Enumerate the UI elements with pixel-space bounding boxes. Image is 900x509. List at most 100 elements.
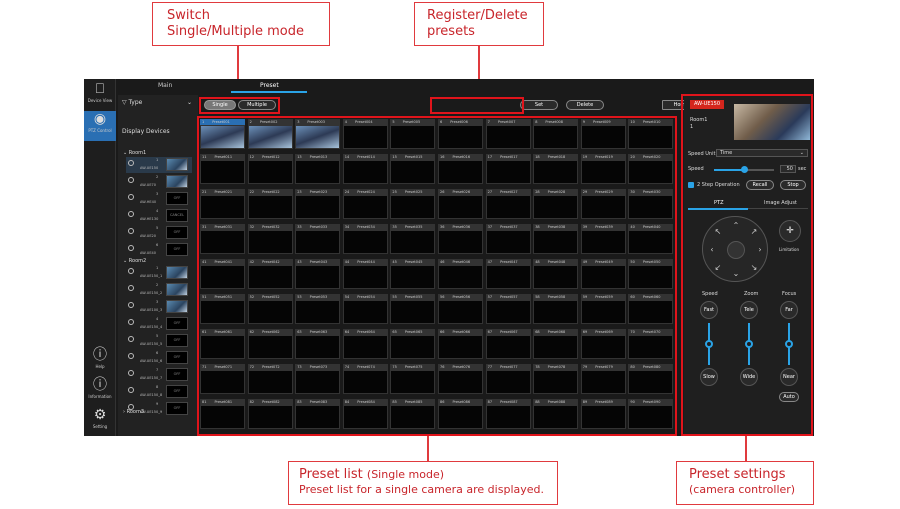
nav-ptz-control-label: PTZ Control [88, 128, 112, 133]
callout-preset-list-line1: Preset list (Single mode) [299, 467, 547, 483]
help-icon: ⓘ [93, 347, 107, 363]
device-thumbnail: OFF [166, 368, 188, 381]
type-filter[interactable]: ▽ Type ⌄ [122, 99, 194, 109]
connector-preset-list [427, 436, 429, 461]
device-radio[interactable] [128, 211, 134, 217]
device-radio[interactable] [128, 268, 134, 274]
tab-active-underline [231, 91, 307, 93]
device-radio[interactable] [128, 194, 134, 200]
highlight-preset-list [197, 116, 677, 436]
nav-help[interactable]: ⓘ Help [84, 347, 116, 371]
device-name: AW-UE150_1 [140, 274, 163, 278]
camera-icon: ◉ [93, 111, 107, 127]
highlight-mode-switch [199, 97, 280, 114]
device-thumbnail [166, 266, 188, 279]
room3-label: Room3 [126, 409, 145, 415]
device-thumbnail: OFF [166, 243, 188, 256]
device-number: 3 [156, 192, 159, 196]
device-number: 8 [156, 385, 159, 389]
chevron-down-icon: ⌄ [186, 99, 192, 106]
device-number: 6 [156, 351, 159, 355]
device-radio[interactable] [128, 370, 134, 376]
device-thumbnail: OFF [166, 317, 188, 330]
nav-information-label: Information [88, 394, 112, 399]
callout-register-line2: presets [427, 23, 475, 39]
device-radio[interactable] [128, 336, 134, 342]
device-thumbnail [166, 300, 188, 313]
nav-ptz-control[interactable]: ◉ PTZ Control [84, 111, 116, 141]
device-thumbnail [166, 175, 188, 188]
device-item[interactable]: 1 AW-UE150 [126, 157, 192, 173]
room2-label: Room2 [128, 258, 147, 264]
device-radio[interactable] [128, 160, 134, 166]
device-item[interactable]: 4 AW-HE130 CANCEL [126, 208, 192, 224]
device-number: 6 [156, 243, 159, 247]
device-radio[interactable] [128, 177, 134, 183]
device-name: AW-UE150_2 [140, 291, 163, 295]
highlight-controller [681, 94, 813, 436]
top-tabs: Main Preset [118, 79, 678, 93]
room-header[interactable]: ⌄ Room1 [123, 150, 146, 156]
connector-preset-settings [745, 436, 747, 461]
callout-preset-list: Preset list (Single mode) Preset list fo… [288, 461, 558, 505]
device-radio[interactable] [128, 319, 134, 325]
callout-register-line1: Register/Delete [427, 8, 528, 23]
nav-information[interactable]: ⓘ Information [84, 377, 116, 403]
device-item[interactable]: 6 AW-UE150_6 OFF [126, 350, 192, 366]
tab-preset[interactable]: Preset [260, 82, 279, 89]
device-name: AW-UE150 [140, 166, 159, 170]
device-name: AW-UE150_8 [140, 393, 163, 397]
device-radio[interactable] [128, 353, 134, 359]
device-thumbnail: OFF [166, 402, 188, 415]
device-number: 4 [156, 209, 159, 213]
left-sidebar: ⎕ Device View ◉ PTZ Control ⓘ Help ⓘ Inf… [84, 79, 116, 436]
device-radio[interactable] [128, 387, 134, 393]
device-panel: ▽ Type ⌄ Display Devices ⌄ Room1 1 AW-UE1… [118, 95, 198, 436]
room1-label: Room1 [128, 150, 147, 156]
device-item[interactable]: 3 AW-HE40 OFF [126, 191, 192, 207]
device-item[interactable]: 8 AW-UE150_8 OFF [126, 384, 192, 400]
callout-switch-line1: Switch [167, 8, 210, 23]
device-item[interactable]: 6 AW-UE40 OFF [126, 242, 192, 258]
device-radio[interactable] [128, 302, 134, 308]
device-name: AW-HE40 [140, 200, 157, 204]
delete-button[interactable]: Delete [566, 100, 604, 110]
device-radio[interactable] [128, 285, 134, 291]
device-item[interactable]: 1 AW-UE150_1 [126, 265, 192, 281]
device-name: AW-UE100_3 [140, 308, 163, 312]
device-item[interactable]: 5 AW-UE150_5 OFF [126, 333, 192, 349]
room-header[interactable]: › Room3 [123, 409, 144, 415]
device-thumbnail: OFF [166, 334, 188, 347]
device-name: AW-HE130 [140, 217, 159, 221]
callout-register-delete: Register/Delete presets [414, 2, 544, 46]
device-item[interactable]: 2 AW-UE150_2 [126, 282, 192, 298]
device-name: AW-UE20 [140, 234, 157, 238]
device-name: AW-UE150_5 [140, 342, 163, 346]
device-item[interactable]: 4 AW-UE150_4 OFF [126, 316, 192, 332]
nav-setting-label: Setting [92, 424, 108, 429]
callout-preset-settings-line2: (camera controller) [689, 482, 796, 496]
highlight-set-delete [430, 97, 524, 114]
device-item[interactable]: 3 AW-UE100_3 [126, 299, 192, 315]
nav-device-view[interactable]: ⎕ Device View [84, 81, 116, 109]
device-thumbnail [166, 158, 188, 171]
device-item[interactable]: 7 AW-UE150_7 OFF [126, 367, 192, 383]
nav-help-label: Help [95, 364, 105, 369]
callout-preset-list-suffix: (Single mode) [366, 468, 444, 481]
device-radio[interactable] [128, 228, 134, 234]
device-number: 3 [156, 300, 159, 304]
info-icon: ⓘ [93, 377, 107, 393]
device-radio[interactable] [128, 245, 134, 251]
room-header[interactable]: ⌄ Room2 [123, 258, 146, 264]
callout-switch-line2: Single/Multiple mode [167, 23, 304, 39]
callout-switch-mode: Switch Single/Multiple mode [152, 2, 330, 46]
device-item[interactable]: 2 AW-UE70 [126, 174, 192, 190]
device-number: 2 [156, 175, 159, 179]
device-item[interactable]: 5 AW-UE20 OFF [126, 225, 192, 241]
gear-icon: ⚙ [93, 407, 107, 423]
type-filter-label: Type [128, 99, 143, 106]
nav-setting[interactable]: ⚙ Setting [84, 407, 116, 433]
set-button[interactable]: Set [520, 100, 558, 110]
callout-preset-list-title: Preset list [299, 467, 363, 482]
tab-main[interactable]: Main [158, 82, 172, 89]
